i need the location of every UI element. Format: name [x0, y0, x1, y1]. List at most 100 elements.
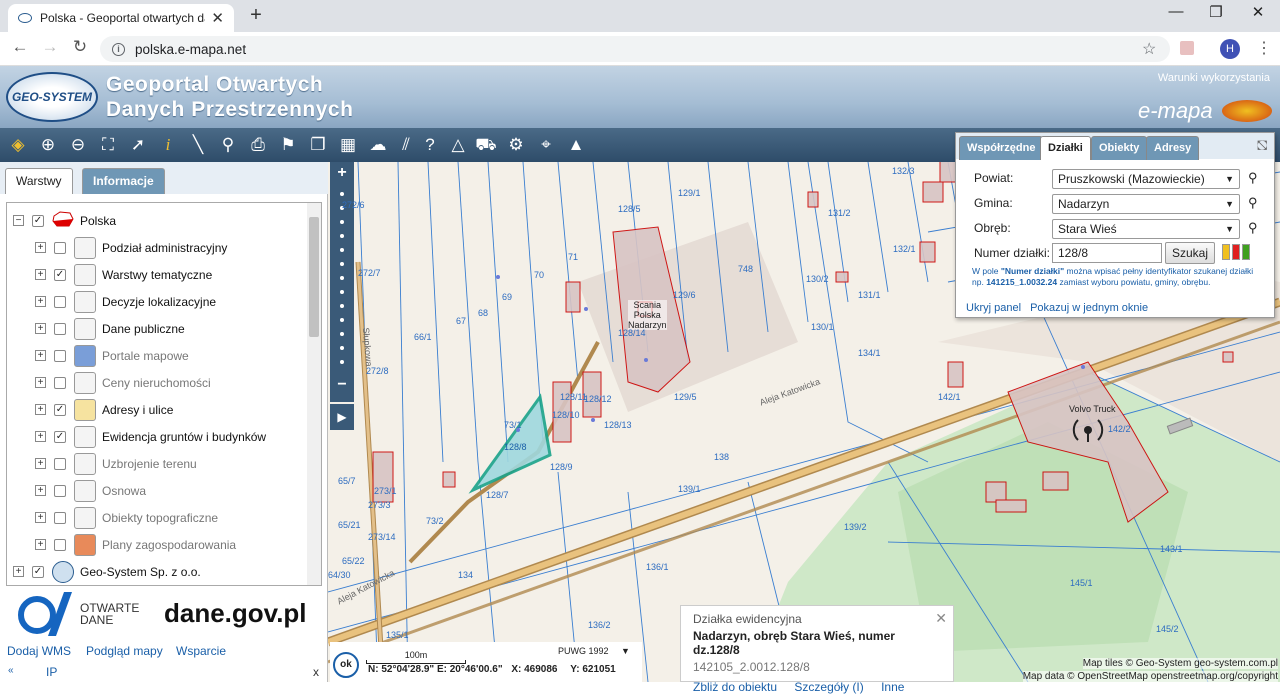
- tab-addresses[interactable]: Adresy: [1146, 136, 1200, 160]
- layer-checkbox[interactable]: [54, 376, 66, 389]
- profile-avatar[interactable]: H: [1220, 39, 1240, 59]
- marker-icon[interactable]: ⌖: [534, 133, 558, 157]
- hide-panel-link[interactable]: Ukryj panel: [966, 302, 1021, 314]
- details-link[interactable]: Szczegóły (I): [794, 680, 863, 694]
- layer-checkbox[interactable]: [54, 349, 66, 362]
- zoom-extent-icon[interactable]: ⛶: [96, 133, 120, 157]
- browser-menu-icon[interactable]: ⋮: [1256, 38, 1272, 58]
- expand-icon[interactable]: +: [35, 512, 46, 523]
- tab-coordinates[interactable]: Współrzędne: [959, 136, 1044, 160]
- layer-checkbox[interactable]: ✓: [54, 268, 66, 281]
- layer-checkbox[interactable]: [54, 484, 66, 497]
- close-panel-icon[interactable]: x: [313, 665, 319, 679]
- layer-checkbox[interactable]: [54, 295, 66, 308]
- new-tab-button[interactable]: +: [244, 4, 268, 27]
- terms-link[interactable]: Warunki wykorzystania: [1158, 72, 1270, 84]
- tab-layers[interactable]: Warstwy: [5, 168, 73, 194]
- back-icon[interactable]: ←: [8, 37, 32, 57]
- zoom-level[interactable]: [340, 248, 344, 252]
- extension-icon[interactable]: [1180, 41, 1194, 55]
- expand-icon[interactable]: +: [35, 404, 46, 415]
- maximize-button[interactable]: ❐: [1204, 3, 1228, 21]
- ip-link[interactable]: IP: [46, 665, 57, 679]
- layer-checkbox[interactable]: ✓: [54, 403, 66, 416]
- expand-icon[interactable]: +: [35, 431, 46, 442]
- pin-icon[interactable]: ⚑: [276, 133, 300, 157]
- minimize-button[interactable]: —: [1164, 3, 1188, 20]
- layer-row[interactable]: + ✓ Geo-System Sp. z o.o.: [13, 558, 201, 585]
- expand-icon[interactable]: +: [35, 242, 46, 253]
- close-window-button[interactable]: ✕: [1246, 3, 1270, 21]
- copy-icon[interactable]: ❐: [306, 133, 330, 157]
- map-preview-link[interactable]: Podgląd mapy: [86, 644, 163, 658]
- color-red-swatch[interactable]: [1232, 244, 1240, 260]
- zoom-level[interactable]: [340, 290, 344, 294]
- layer-checkbox[interactable]: ✓: [32, 214, 44, 227]
- dane-gov-banner[interactable]: OTWARTE DANE dane.gov.pl: [6, 590, 322, 638]
- zoom-out-button[interactable]: −: [330, 376, 354, 394]
- info-icon[interactable]: i: [156, 133, 180, 157]
- expand-icon[interactable]: +: [35, 485, 46, 496]
- layer-checkbox[interactable]: [54, 457, 66, 470]
- search-icon[interactable]: ⚲: [1248, 171, 1262, 185]
- obreb-select[interactable]: Stara Wieś ▼: [1052, 219, 1240, 239]
- color-green-swatch[interactable]: [1242, 244, 1250, 260]
- layer-row[interactable]: + Dane publiczne: [35, 315, 185, 342]
- hatch-icon[interactable]: ⫽: [394, 133, 418, 157]
- toggle-panel-arrow-icon[interactable]: ▶: [330, 404, 354, 430]
- layer-row[interactable]: + Ceny nieruchomości: [35, 369, 211, 396]
- zoom-level[interactable]: [340, 220, 344, 224]
- layer-row[interactable]: + Uzbrojenie terenu: [35, 450, 197, 477]
- zoom-in-icon[interactable]: ⊕: [36, 133, 60, 157]
- zoom-level[interactable]: [340, 360, 344, 364]
- support-link[interactable]: Wsparcie: [176, 644, 226, 658]
- measure-icon[interactable]: ╲: [186, 133, 210, 157]
- other-link[interactable]: Inne: [881, 680, 904, 694]
- popup-close-icon[interactable]: ✕: [935, 610, 947, 627]
- expand-icon[interactable]: +: [35, 458, 46, 469]
- expand-icon[interactable]: +: [13, 566, 24, 577]
- expand-arrow-icon[interactable]: «: [8, 665, 14, 676]
- info-icon[interactable]: i: [112, 42, 125, 56]
- zoom-level[interactable]: [340, 262, 344, 266]
- layer-checkbox[interactable]: ✓: [32, 565, 44, 578]
- layer-row[interactable]: + Portale mapowe: [35, 342, 189, 369]
- layer-checkbox[interactable]: [54, 322, 66, 335]
- layer-row[interactable]: + Obiekty topograficzne: [35, 504, 218, 531]
- zoom-level[interactable]: [340, 318, 344, 322]
- layer-row[interactable]: − ✓ Polska: [13, 207, 116, 234]
- cart-icon[interactable]: ⛟: [474, 133, 498, 157]
- expand-icon[interactable]: +: [35, 323, 46, 334]
- layer-tree-scrollbar[interactable]: [307, 203, 321, 585]
- comment-icon[interactable]: ☁: [366, 133, 390, 157]
- zoom-level[interactable]: [340, 304, 344, 308]
- tab-close-icon[interactable]: ✕: [211, 9, 224, 27]
- layer-checkbox[interactable]: [54, 241, 66, 254]
- search-icon[interactable]: ⚲: [1248, 221, 1262, 235]
- layout-icon[interactable]: ▦: [336, 133, 360, 157]
- zoom-level[interactable]: [340, 192, 344, 196]
- geo-system-logo[interactable]: GEO-SYSTEM: [6, 72, 98, 122]
- help-icon[interactable]: ?: [418, 133, 442, 157]
- zoom-out-icon[interactable]: ⊖: [66, 133, 90, 157]
- link-icon[interactable]: ⚲: [216, 133, 240, 157]
- powiat-select[interactable]: Pruszkowski (Mazowieckie) ▼: [1052, 169, 1240, 189]
- layer-row[interactable]: + Osnowa: [35, 477, 146, 504]
- layer-checkbox[interactable]: ✓: [54, 430, 66, 443]
- add-wms-link[interactable]: Dodaj WMS: [7, 644, 71, 658]
- search-icon[interactable]: ⚲: [1248, 196, 1262, 210]
- print-icon[interactable]: ⎙: [246, 133, 270, 157]
- projection-select[interactable]: PUWG 1992 ▼: [558, 646, 630, 656]
- browser-tab[interactable]: Polska - Geoportal otwartych da ✕: [8, 4, 234, 32]
- layer-row[interactable]: + ✓ Ewidencja gruntów i budynków: [35, 423, 266, 450]
- zoom-level[interactable]: [340, 276, 344, 280]
- tab-info[interactable]: Informacje: [82, 168, 165, 194]
- terrain-icon[interactable]: ▲: [564, 133, 588, 157]
- ok-button[interactable]: ok: [333, 652, 359, 678]
- expand-icon[interactable]: +: [35, 377, 46, 388]
- expand-icon[interactable]: +: [35, 269, 46, 280]
- address-bar[interactable]: i polska.e-mapa.net: [100, 36, 1170, 62]
- layer-row[interactable]: + ✓ Adresy i ulice: [35, 396, 173, 423]
- tab-objects[interactable]: Obiekty: [1091, 136, 1148, 160]
- expand-icon[interactable]: +: [35, 296, 46, 307]
